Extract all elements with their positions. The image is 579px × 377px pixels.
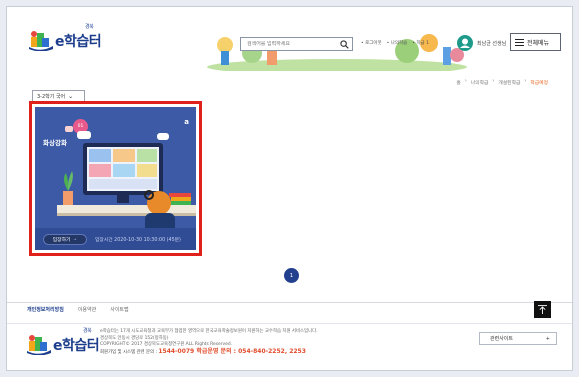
chevron-down-icon: ⌄	[68, 92, 74, 100]
all-menu-label: 전체메뉴	[527, 39, 550, 47]
avatar[interactable]	[457, 35, 473, 51]
join-button[interactable]: 입장하기 →	[43, 233, 87, 245]
footer-info: e학습터는 17개 시도교육청과 교육부가 협업한 영역으로 한국교육학술정보원…	[100, 329, 318, 356]
logo-mark-icon	[29, 31, 53, 51]
footer-logo-region: 경북	[83, 328, 92, 334]
logo-region: 경북	[85, 24, 94, 30]
footer-divider	[7, 323, 572, 324]
privacy-policy-link[interactable]: 개인정보처리방침	[27, 306, 64, 313]
search-box[interactable]	[240, 37, 353, 51]
join-time: 입장시간 2020-10-30 10:30:00 (45분)	[95, 237, 181, 243]
breadcrumb-open-class[interactable]: 개설된학급	[498, 79, 520, 86]
breadcrumb-separator: ›	[492, 79, 495, 84]
breadcrumb: 홈 › 나의학급 › 개설된학급 › 학급예정	[456, 79, 548, 86]
video-class-card-highlight: 01 a 화상강화 입장하기 → 입장시간 2020-10-30 10:30:0…	[29, 101, 202, 256]
search-icon[interactable]	[340, 40, 349, 49]
arrow-up-icon	[538, 305, 547, 314]
all-menu-button[interactable]: 전체메뉴	[510, 33, 561, 51]
card-footer: 입장하기 → 입장시간 2020-10-30 10:30:00 (45분)	[35, 228, 196, 250]
search-input[interactable]	[247, 41, 339, 47]
semester-select-value: 3-2학기 국어	[37, 93, 66, 100]
breadcrumb-my-class[interactable]: 나의학급	[471, 79, 489, 86]
breadcrumb-home[interactable]: 홈	[456, 79, 460, 86]
logo-mark-icon	[27, 335, 51, 355]
header: e학습터 경북 • 로그아웃 • 나의학습 • 학급 1	[7, 7, 572, 73]
video-lesson-illustration	[57, 131, 196, 235]
sitemap-link[interactable]: 사이트맵	[110, 306, 128, 313]
site-logo[interactable]: e학습터 경북	[29, 24, 102, 51]
footer-desc-line: e학습터는 17개 시도교육청과 교육부가 협업한 영역으로 한국교육학술정보원…	[100, 329, 318, 334]
footer-logo-text: e학습터 경북	[53, 328, 100, 354]
footer-logo: e학습터 경북	[27, 328, 100, 355]
user-icon	[460, 38, 470, 48]
contact-prefix: 회원가입 및 시스템 관련 문의 :	[100, 349, 157, 355]
utility-links: • 로그아웃 • 나의학습 • 학급 1	[361, 40, 429, 46]
hamburger-icon	[515, 38, 524, 46]
video-class-card[interactable]: 01 a 화상강화 입장하기 → 입장시간 2020-10-30 10:30:0…	[35, 107, 196, 250]
contact-phone: 1544-0079 학급운영 문의 : 054-840-2252, 2253	[158, 347, 306, 355]
breadcrumb-separator: ›	[524, 79, 527, 84]
footer-links: 개인정보처리방침 이용약관 사이트맵	[27, 306, 129, 313]
related-sites-select[interactable]: 관련사이트 +	[479, 332, 557, 345]
scroll-to-top-button[interactable]	[534, 301, 551, 318]
logout-link[interactable]: • 로그아웃	[361, 40, 382, 46]
related-sites-label: 관련사이트	[490, 336, 514, 342]
logo-text: e학습터 경북	[55, 24, 102, 50]
join-label: 입장하기	[52, 237, 71, 243]
terms-link[interactable]: 이용약관	[78, 306, 96, 313]
breadcrumb-current: 학급예정	[530, 81, 548, 86]
user-name: 최남균 선생님	[477, 41, 507, 47]
footer-divider	[7, 302, 572, 303]
class-link[interactable]: • 학급 1	[412, 40, 429, 46]
page-number-button[interactable]: 1	[284, 268, 299, 283]
my-learning-link[interactable]: • 나의학습	[387, 40, 408, 46]
plus-icon: +	[545, 335, 550, 342]
footer-contact: 회원가입 및 시스템 관련 문의 : 1544-0079 학급운영 문의 : 0…	[100, 347, 318, 357]
page-frame: e학습터 경북 • 로그아웃 • 나의학습 • 학급 1	[6, 6, 573, 371]
card-corner-label: a	[184, 118, 189, 126]
arrow-right-icon: →	[72, 236, 78, 242]
breadcrumb-separator: ›	[464, 79, 467, 84]
